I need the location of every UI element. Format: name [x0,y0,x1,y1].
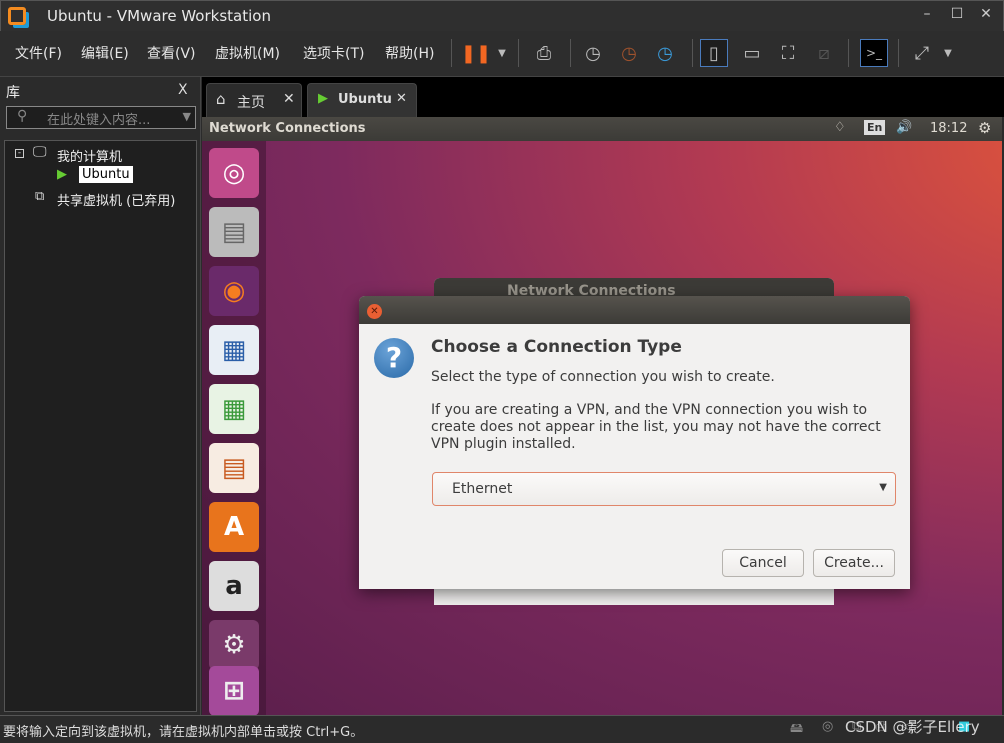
network-icon[interactable]: ♢ [834,120,846,135]
firefox-icon[interactable]: ◉ [209,266,259,316]
dialog-heading: Choose a Connection Type [431,337,682,357]
chevron-down-icon[interactable]: ▼ [183,110,191,123]
shared-vm-icon: ⧉ [35,189,45,204]
dialog-close-button[interactable]: ✕ [367,304,382,319]
computer-icon: 🖵 [33,144,47,160]
chevron-down-icon[interactable]: ▼ [934,39,962,67]
chevron-down-icon: ▼ [879,482,887,493]
writer-icon[interactable]: ▦ [209,325,259,375]
search-placeholder: 在此处键入内容... [47,113,151,128]
title-bar: Ubuntu - VMware Workstation – ☐ ✕ [0,0,1004,31]
console-icon[interactable]: >_ [860,39,888,67]
volume-icon[interactable]: 🔊 [896,120,912,135]
tree-my-computer[interactable]: 我的计算机 [57,146,122,165]
close-tab-icon[interactable]: ✕ [283,91,295,107]
close-button[interactable]: ✕ [976,6,996,22]
menu-vm[interactable]: 虚拟机(M) [215,43,280,63]
tree-shared-vms[interactable]: 共享虚拟机 (已弃用) [57,190,175,209]
impress-icon[interactable]: ▤ [209,443,259,493]
library-tree: - 🖵 我的计算机 ▶ Ubuntu ⧉ 共享虚拟机 (已弃用) [4,140,197,712]
library-view-icon[interactable]: ▯ [700,39,728,67]
fullscreen-view-icon[interactable]: ⛶ [774,39,802,67]
divider [570,39,571,67]
menu-edit[interactable]: 编辑(E) [81,43,129,63]
divider [692,39,693,67]
menu-tabs[interactable]: 选项卡(T) [303,43,364,63]
thumbnail-view-icon[interactable]: ▭ [738,39,766,67]
keyboard-layout-indicator[interactable]: En [864,120,886,135]
software-center-icon[interactable]: A [209,502,259,552]
dialog-vpn-info: If you are creating a VPN, and the VPN c… [431,402,881,452]
window-title: Ubuntu - VMware Workstation [47,7,271,25]
vm-icon: ▶ [318,91,328,106]
revert-snapshot-icon[interactable]: ◷ [615,39,643,67]
amazon-icon[interactable]: a [209,561,259,611]
ubuntu-dash-icon[interactable]: ◎ [209,148,259,198]
tab-ubuntu[interactable]: ▶ Ubuntu ✕ [307,83,417,117]
home-icon: ⌂ [216,90,226,108]
active-window-title: Network Connections [209,121,366,136]
snapshot-icon[interactable]: ◷ [579,39,607,67]
unity-launcher: ◎ ▤ ◉ ▦ ▦ ▤ A a ⚙ ⊞ [202,141,266,716]
cancel-button[interactable]: Cancel [722,549,804,577]
system-settings-icon[interactable]: ⚙ [209,620,259,670]
connection-type-select[interactable]: Ethernet ▼ [432,472,896,506]
divider [848,39,849,67]
watermark: CSDN @影子Ellery [845,718,980,736]
menu-toolbar: 文件(F) 编辑(E) 查看(V) 虚拟机(M) 选项卡(T) 帮助(H) ❚❚… [0,31,1004,77]
menu-file[interactable]: 文件(F) [15,43,62,63]
divider [451,39,452,67]
tab-label: 主页 [237,95,265,111]
question-icon: ? [374,338,414,378]
send-keys-icon[interactable]: ⎙ [530,39,558,67]
divider [518,39,519,67]
divider [898,39,899,67]
status-bar: 要将输入定向到该虚拟机，请在虚拟机内部单击或按 Ctrl+G。 🖴 ◎ ⧉ ⎙ … [0,715,1004,743]
search-icon: ⚲ [17,108,28,124]
minimize-button[interactable]: – [917,6,937,22]
pause-icon[interactable]: ❚❚ [461,39,491,67]
menu-view[interactable]: 查看(V) [147,43,196,63]
library-search-input[interactable]: ⚲ 在此处键入内容... ▼ [6,106,196,129]
vmware-logo-icon [8,7,26,25]
calc-icon[interactable]: ▦ [209,384,259,434]
maximize-button[interactable]: ☐ [947,6,967,22]
gear-icon[interactable]: ⚙ [978,119,991,137]
menu-help[interactable]: 帮助(H) [385,43,434,63]
files-icon[interactable]: ▤ [209,207,259,257]
tab-bar: ⌂ 主页 ✕ ▶ Ubuntu ✕ [202,77,1004,117]
tab-label: Ubuntu [338,92,392,107]
stretch-icon[interactable]: ⤢ [908,39,936,67]
library-close-button[interactable]: X [178,82,188,98]
status-message: 要将输入定向到该虚拟机，请在虚拟机内部单击或按 Ctrl+G。 [3,725,364,740]
choose-connection-type-dialog: ✕ ? Choose a Connection Type Select the … [359,296,910,589]
close-tab-icon[interactable]: ✕ [396,91,407,106]
chevron-down-icon[interactable]: ▼ [488,39,516,67]
dialog-titlebar: ✕ [359,296,910,324]
library-panel: 库 X ⚲ 在此处键入内容... ▼ - 🖵 我的计算机 ▶ Ubuntu ⧉ … [0,77,201,715]
clock[interactable]: 18:12 [930,121,967,136]
collapse-icon[interactable]: - [15,149,24,158]
vm-icon: ▶ [57,167,67,182]
snapshot-manager-icon[interactable]: ◷ [651,39,679,67]
dialog-subtitle: Select the type of connection you wish t… [431,369,775,385]
workspace-switcher-icon[interactable]: ⊞ [209,666,259,716]
create-button[interactable]: Create... [813,549,895,577]
selected-connection-type: Ethernet [452,481,513,497]
ubuntu-top-panel: Network Connections ♢ En 🔊 18:12 ⚙ [202,117,1002,141]
unity-view-icon[interactable]: ⧄ [810,39,838,67]
hard-disk-icon[interactable]: 🖴 [790,719,803,741]
cd-icon[interactable]: ◎ [822,719,833,734]
tree-ubuntu[interactable]: Ubuntu [79,166,133,183]
tab-home[interactable]: ⌂ 主页 ✕ [206,83,302,117]
library-title: 库 [6,85,20,101]
